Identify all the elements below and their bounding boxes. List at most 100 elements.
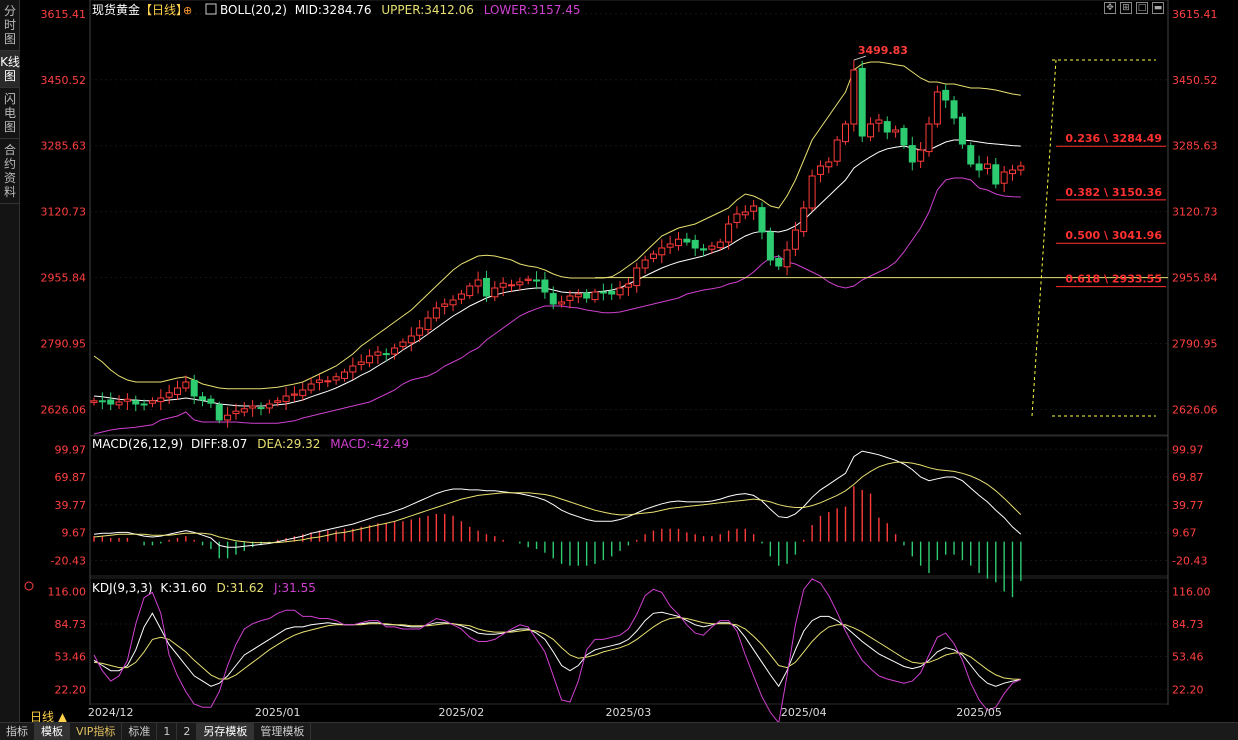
chart-area[interactable]: 3615.41 3450.52 3285.63 3120.73 2955.84 2790.… (20, 0, 1238, 722)
candle-body (666, 243, 674, 248)
candle-body (449, 299, 457, 306)
kdj-tick-label-left: 53.46 (55, 651, 87, 664)
macd-tick-label-right: 99.97 (1172, 443, 1204, 456)
candle-body (908, 145, 916, 163)
candle-body (816, 165, 824, 175)
sidebar-tab-contract-info[interactable]: 合约资料 (0, 139, 20, 204)
candle-body (299, 389, 307, 397)
candle-body (224, 414, 232, 421)
fib-level-label: 0.382 \ 3150.36 (1065, 186, 1162, 199)
date-tick-label: 2025/02 (439, 706, 485, 719)
candle-body (391, 347, 399, 355)
price-tick-label-right: 2626.06 (1172, 404, 1218, 417)
kdj-tick-label-right: 84.73 (1172, 618, 1204, 631)
candle-body (616, 287, 624, 296)
candle-body (649, 253, 657, 259)
candle-body (407, 335, 415, 344)
kdj-j-line (93, 578, 1022, 722)
macd-tick-label-right: 39.77 (1172, 499, 1204, 512)
candle-body (700, 248, 708, 251)
maximize-icon[interactable]: □ (1136, 2, 1148, 14)
footer-indicator-button[interactable]: 指标 (0, 722, 35, 740)
candle-body (240, 408, 248, 413)
candle-body (324, 380, 332, 383)
crosshair-icon[interactable]: ⊞ (1120, 2, 1132, 14)
macd-tick-label-right: -20.43 (1172, 555, 1207, 568)
candle-body (441, 303, 449, 307)
candle-body (533, 279, 541, 282)
footer-manage-template-button[interactable]: 管理模板 (254, 722, 312, 740)
sidebar-tab-time-chart[interactable]: 分时图 (0, 0, 20, 51)
footer-template-2-button[interactable]: 2 (177, 722, 198, 740)
kdj-tick-label-left: 22.20 (55, 683, 87, 696)
candle-body (825, 161, 833, 168)
high-annotation: 3499.83 (853, 44, 908, 61)
candle-body (983, 163, 991, 169)
footer-vip-indicator-button[interactable]: VIP指标 (70, 722, 123, 740)
high-label: 3499.83 (858, 44, 908, 57)
kdj-settings-icon[interactable] (24, 581, 34, 591)
sidebar-tab-flash-chart[interactable]: 闪电图 (0, 88, 20, 139)
candle-body (349, 365, 357, 373)
candle-body (933, 91, 941, 125)
footer-template-button[interactable]: 模板 (35, 722, 70, 740)
candle-body (290, 393, 298, 396)
candle-body (90, 400, 98, 403)
move-icon[interactable]: ✥ (1104, 2, 1116, 14)
candle-body (357, 361, 365, 365)
kdj-header: KDJ(9,3,3) K:31.60 D:31.62 J:31.55 (92, 581, 316, 595)
candle-body (808, 175, 816, 209)
kdj-tick-label-right: 116.00 (1172, 585, 1211, 598)
price-tick-label-left: 2790.95 (41, 338, 87, 351)
price-tick-label-left: 3450.52 (41, 74, 87, 87)
footer-save-template-button[interactable]: 另存模板 (197, 722, 255, 740)
candle-body (115, 401, 123, 406)
fibonacci-retracement[interactable]: 0.236 \ 3284.49 0.382 \ 3150.36 0.500 \ 30… (1031, 59, 1166, 417)
candle-body (140, 403, 148, 406)
macd-header: MACD(26,12,9) DIFF:8.07 DEA:29.32 MACD:-… (92, 437, 409, 451)
candle-body (98, 400, 106, 403)
candle-body (399, 341, 407, 347)
candle-body (457, 293, 465, 300)
kdj-k-line (93, 611, 1021, 688)
instrument-title: 现货黄金【日线】 (92, 2, 188, 17)
candle-body (658, 247, 666, 256)
macd-tick-label-left: -20.43 (51, 555, 86, 568)
candle-body (249, 405, 257, 409)
candle-body (833, 139, 841, 162)
candle-body (967, 145, 975, 165)
candle-body (199, 396, 207, 401)
candle-body (549, 293, 557, 305)
window-controls: ✥ ⊞ □ ▬ (1104, 2, 1164, 14)
footer-standard-button[interactable]: 标准 (122, 722, 158, 740)
date-tick-label: 2025/05 (956, 706, 1002, 719)
candle-body (190, 379, 198, 397)
candle-body (558, 301, 566, 305)
candle-body (583, 292, 591, 299)
macd-grid: 99.97 99.97 69.87 69.87 39.77 39.77 9.67 9.67 -2… (51, 443, 1208, 567)
candle-body (624, 283, 632, 288)
candle-body (499, 282, 507, 288)
boll-settings-icon[interactable] (205, 3, 217, 15)
fib-level-label: 0.236 \ 3284.49 (1065, 132, 1162, 145)
candle-body (566, 295, 574, 301)
candle-body (641, 259, 649, 269)
price-tick-label-right: 3285.63 (1172, 140, 1218, 153)
candle-body (374, 351, 382, 356)
candle-body (265, 403, 273, 409)
footer-template-1-button[interactable]: 1 (157, 722, 178, 740)
header-target-icon[interactable]: ⊕ (183, 4, 192, 17)
minimize-icon[interactable]: ▬ (1152, 2, 1164, 14)
boll-lines (93, 61, 1021, 435)
candle-body (708, 245, 716, 250)
candle-body (883, 121, 891, 133)
macd-dea-line (93, 461, 1022, 544)
candle-body (850, 69, 858, 125)
candle-body (366, 355, 374, 364)
macd-tick-label-right: 9.67 (1172, 527, 1197, 540)
candle-body (867, 123, 875, 138)
candle-body (858, 67, 866, 137)
price-tick-label-left: 3285.63 (41, 140, 87, 153)
candle-body (382, 353, 390, 356)
sidebar-tab-kline-chart[interactable]: K线图 (0, 51, 20, 88)
